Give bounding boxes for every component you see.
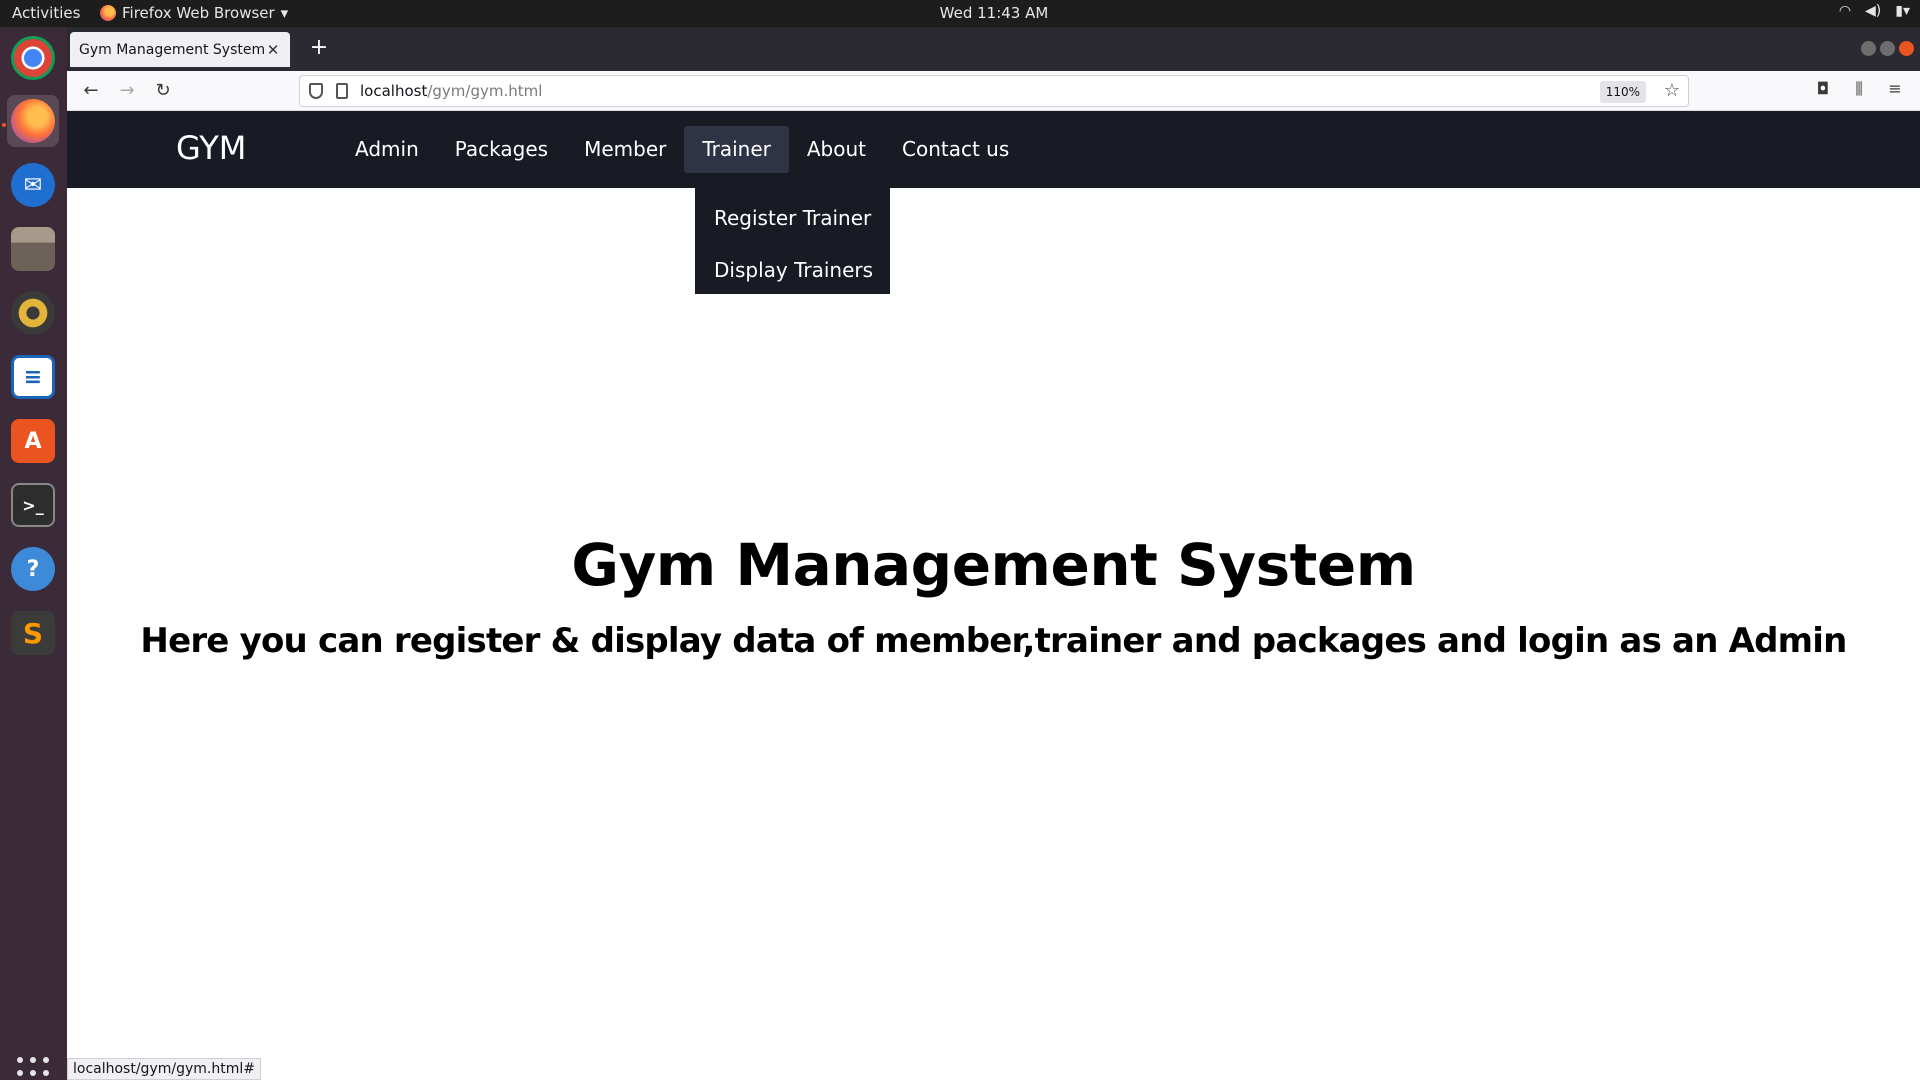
running-indicator	[2, 123, 6, 127]
dock-software[interactable]: A	[7, 415, 59, 467]
page-icon[interactable]	[336, 83, 348, 99]
window-controls	[1861, 41, 1914, 56]
dock-chrome[interactable]	[7, 32, 59, 84]
display-trainers-link[interactable]: Display Trainers	[695, 250, 890, 302]
terminal-icon: >_	[11, 483, 55, 527]
firefox-icon	[11, 99, 55, 143]
battery-icon: ▮▾	[1895, 3, 1910, 19]
tab-strip: Gym Management System ✕ +	[67, 27, 1920, 71]
reload-icon[interactable]: ↻	[151, 79, 175, 103]
back-arrow-icon[interactable]: ←	[79, 79, 103, 103]
brand-logo[interactable]: GYM	[176, 129, 246, 167]
forward-arrow-icon[interactable]: →	[115, 79, 139, 103]
dock-help[interactable]: ?	[7, 543, 59, 595]
dock-files[interactable]	[7, 223, 59, 275]
nav-admin[interactable]: Admin	[337, 126, 437, 173]
register-trainer-link[interactable]: Register Trainer	[695, 198, 890, 250]
dock-writer[interactable]: ≡	[7, 351, 59, 403]
browser-toolbar: ← → ↻ localhost/gym/gym.html 110% ☆ ◘ ⫼ …	[67, 71, 1920, 111]
site-navbar: GYM Admin Packages Member Trainer About …	[67, 111, 1920, 188]
new-tab-button[interactable]: +	[307, 37, 331, 61]
thunderbird-icon: ✉	[11, 163, 55, 207]
dock-thunderbird[interactable]: ✉	[7, 159, 59, 211]
menu-icon[interactable]: ≡	[1883, 79, 1907, 98]
dock-firefox[interactable]	[7, 95, 59, 147]
zoom-indicator[interactable]: 110%	[1599, 81, 1646, 103]
maximize-button[interactable]	[1880, 41, 1895, 56]
minimize-button[interactable]	[1861, 41, 1876, 56]
system-top-bar: Activities Firefox Web Browser ▾ Wed 11:…	[0, 0, 1920, 27]
dock-terminal[interactable]: >_	[7, 479, 59, 531]
writer-icon: ≡	[11, 355, 55, 399]
link-status-bar: localhost/gym/gym.html#	[67, 1058, 261, 1080]
nav-member[interactable]: Member	[566, 126, 684, 173]
tab-gym-management[interactable]: Gym Management System ✕	[70, 32, 290, 67]
nav-packages[interactable]: Packages	[437, 126, 566, 173]
shield-icon[interactable]	[309, 83, 323, 99]
sublime-icon: S	[11, 611, 55, 655]
software-icon: A	[11, 419, 55, 463]
help-icon: ?	[11, 547, 55, 591]
page-title: Gym Management System	[571, 531, 1416, 599]
url-text[interactable]: localhost/gym/gym.html	[360, 82, 542, 100]
dock-sublime[interactable]: S	[7, 607, 59, 659]
nav-about[interactable]: About	[789, 126, 884, 173]
dock: ✉ ≡ A >_ ? S	[0, 27, 67, 1080]
trainer-dropdown: Register Trainer Display Trainers	[695, 188, 890, 294]
library-icon[interactable]: ⫼	[1847, 79, 1871, 99]
chrome-icon	[11, 36, 55, 80]
dock-rhythmbox[interactable]	[7, 287, 59, 339]
wifi-icon: ◠	[1838, 3, 1852, 19]
nav-trainer[interactable]: Trainer	[684, 126, 789, 173]
files-icon	[11, 227, 55, 271]
close-window-button[interactable]	[1899, 41, 1914, 56]
show-apps-icon[interactable]	[17, 1057, 49, 1080]
pocket-icon[interactable]: ◘	[1811, 79, 1835, 98]
nav-menu: Admin Packages Member Trainer About Cont…	[337, 126, 1027, 173]
tab-title: Gym Management System	[79, 41, 265, 58]
close-icon[interactable]: ✕	[265, 41, 281, 59]
page-subtitle: Here you can register & display data of …	[140, 621, 1847, 661]
rhythmbox-icon	[11, 291, 55, 335]
url-bar[interactable]: localhost/gym/gym.html 110% ☆	[299, 75, 1689, 107]
bookmark-star-icon[interactable]: ☆	[1664, 80, 1680, 101]
clock[interactable]: Wed 11:43 AM	[0, 4, 1920, 22]
web-page: GYM Admin Packages Member Trainer About …	[67, 111, 1920, 1080]
volume-icon: ◀)	[1865, 3, 1882, 19]
nav-contact[interactable]: Contact us	[884, 126, 1027, 173]
system-tray[interactable]: ◠ ◀) ▮▾	[1839, 3, 1910, 19]
